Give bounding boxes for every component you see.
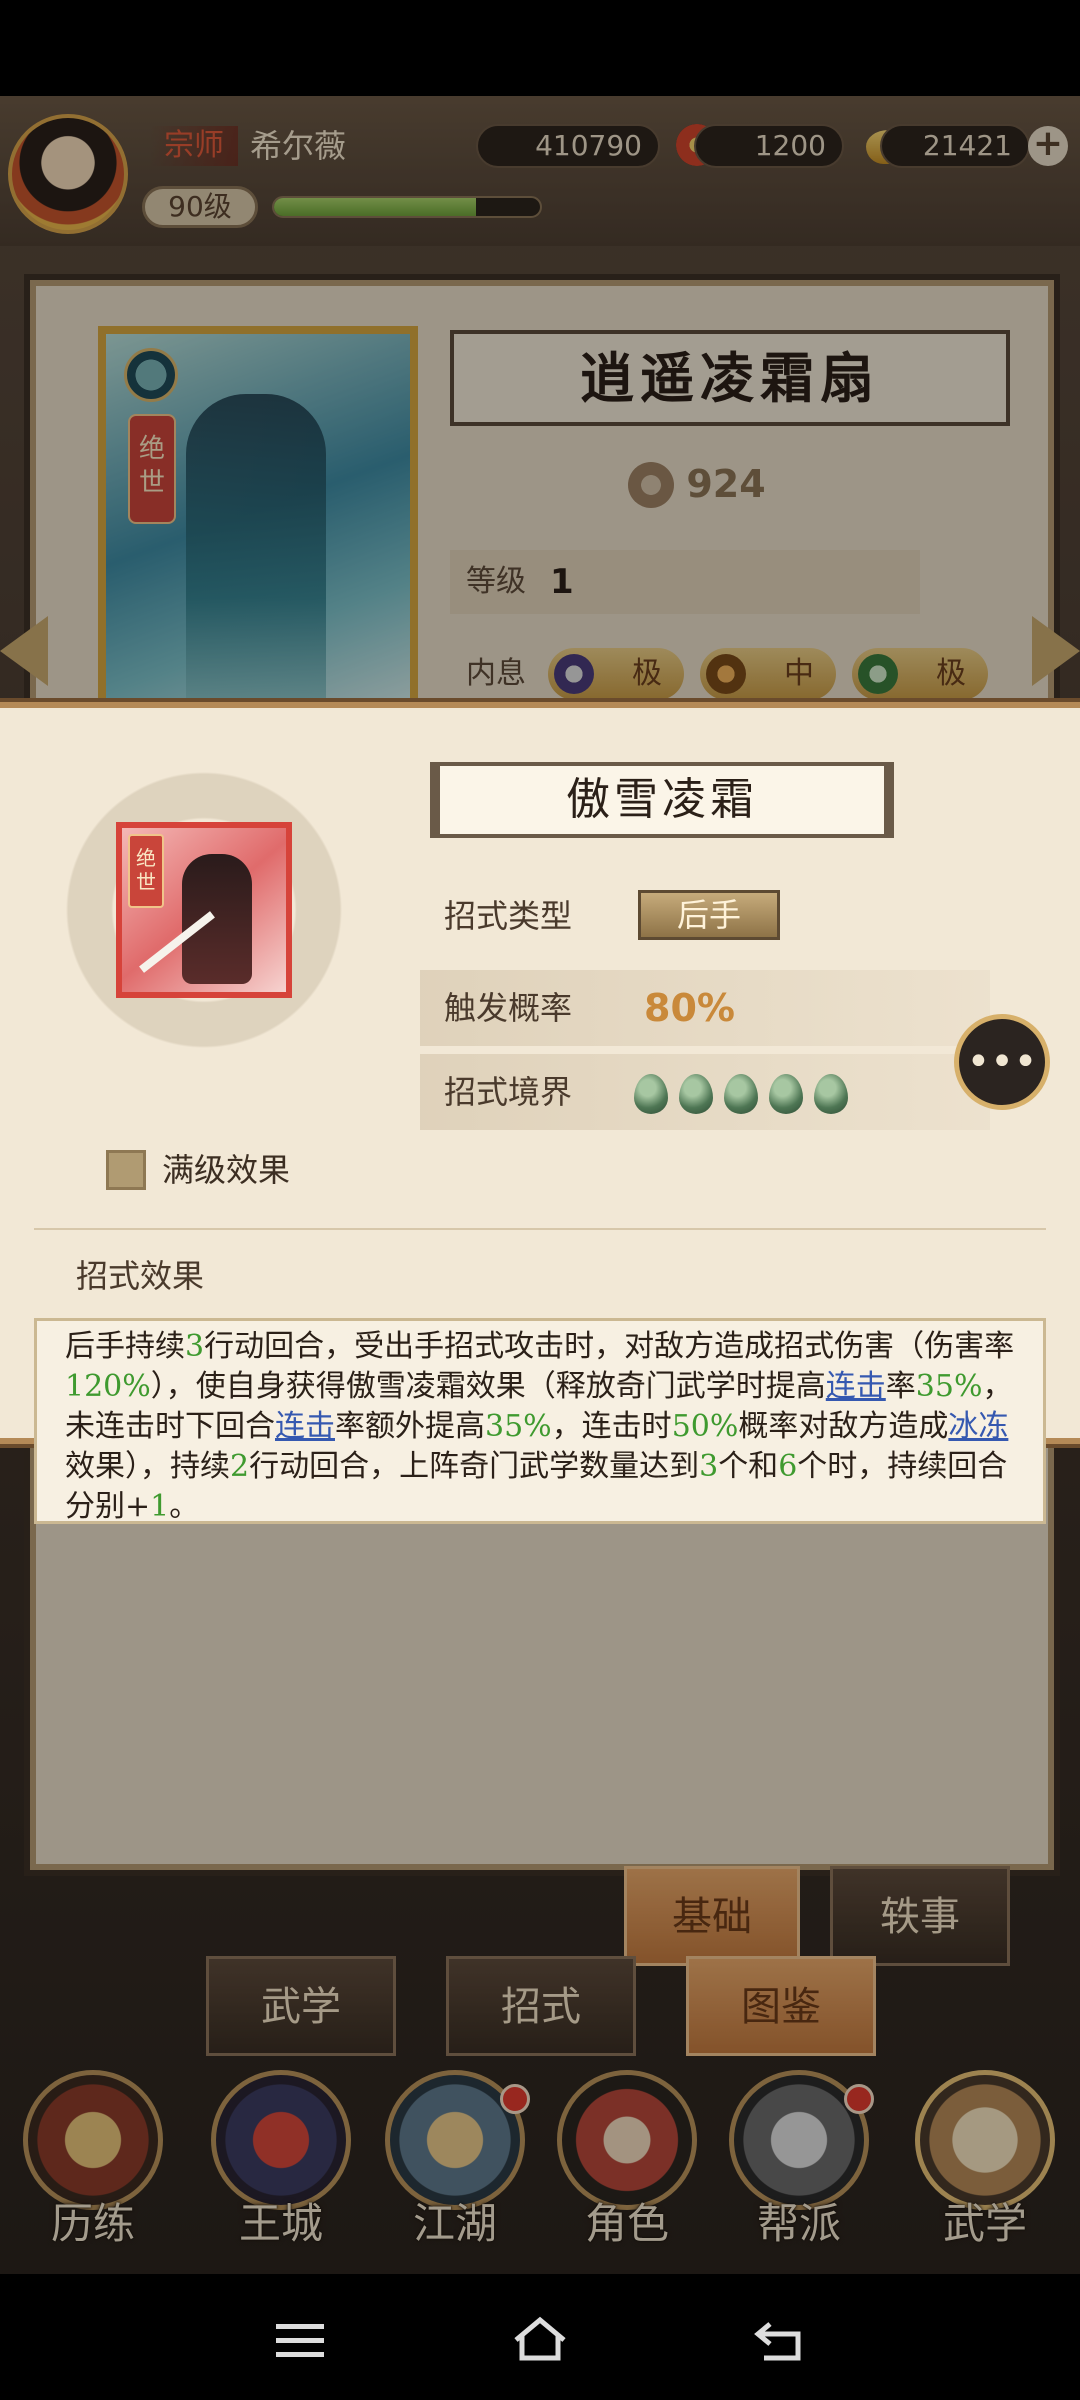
effect-box: 后手持续3行动回合，受出手招式攻击时，对敌方造成招式伤害（伤害率120%），使自… [34,1318,1046,1524]
effect-keyword[interactable]: 连击 [826,1369,886,1404]
trigger-rate-value: 80% [644,986,735,1030]
effect-text-segment: 概率对敌方造成 [738,1409,949,1444]
home-icon[interactable] [510,2314,570,2364]
effect-keyword[interactable]: 冰冻 [948,1409,1008,1444]
effect-text-segment: 。 [169,1489,200,1524]
effect-number: 3 [185,1329,205,1364]
effect-text-segment: 行动回合，受出手招式攻击时，对敌方造成招式伤害（伤害率 [204,1329,1015,1364]
skill-portrait: 绝世 [116,822,292,998]
skill-realm-row: 招式境界 [420,1054,990,1130]
system-nav-bar [0,2274,1080,2400]
effect-text-segment: ），使自身获得傲雪凌霜效果（释放奇门武学时提高 [150,1369,826,1404]
realm-drop-icon [814,1074,848,1114]
skill-type-row: 招式类型 后手 [420,878,990,954]
effect-keyword[interactable]: 连击 [275,1409,335,1444]
app-root: 宗师 希尔薇 90级 410790 1200 21421 + 1572009 绝… [0,0,1080,2400]
popup-divider [34,1228,1046,1230]
skill-type-label: 招式类型 [444,897,573,935]
skill-grade-tag: 绝世 [128,834,164,908]
effect-text-segment: 行动回合，上阵奇门武学数量达到 [249,1449,700,1484]
effect-description: 后手持续3行动回合，受出手招式攻击时，对敌方造成招式伤害（伤害率120%），使自… [65,1327,1019,1527]
effect-text-segment: ，连击时 [551,1409,672,1444]
effect-text-segment: 率额外提高 [335,1409,485,1444]
skill-realm-label: 招式境界 [444,1073,573,1111]
skill-title: 傲雪凌霜 [566,774,758,825]
effect-number: 3 [699,1449,719,1484]
realm-drop-icon [634,1074,668,1114]
status-bar [0,0,1080,96]
effect-text-segment: 效果），持续 [65,1449,230,1484]
effect-number: 120% [65,1369,151,1404]
back-icon[interactable] [750,2316,810,2366]
max-level-label: 满级效果 [162,1151,291,1189]
effect-number: 35% [485,1409,552,1444]
effect-text-segment: 后手持续 [65,1329,185,1364]
skill-detail-popup: 绝世 满级效果 傲雪凌霜 招式类型 后手 触发概率 80% 招式境界 ••• 招… [0,702,1080,1524]
trigger-rate-label: 触发概率 [444,989,573,1027]
effect-header: 招式效果 [76,1257,205,1295]
effect-number: 1 [150,1489,170,1524]
chat-button[interactable]: ••• [954,1014,1050,1110]
menu-icon[interactable] [270,2316,330,2366]
effect-text-segment: 率 [885,1369,916,1404]
game-screen: 宗师 希尔薇 90级 410790 1200 21421 + 1572009 绝… [0,96,1080,2274]
effect-number: 50% [671,1409,739,1444]
realm-drop-icon [679,1074,713,1114]
skill-type-badge: 后手 [638,890,780,940]
max-level-checkbox[interactable] [106,1150,146,1190]
effect-text-segment: 个和 [718,1449,779,1484]
trigger-rate-row: 触发概率 80% [420,970,990,1046]
effect-number: 2 [230,1449,250,1484]
effect-number: 6 [778,1449,798,1484]
skill-portrait-figure [182,854,252,984]
realm-drop-icon [769,1074,803,1114]
chat-bubble-icon: ••• [966,1039,1038,1085]
realm-drop-icon [724,1074,758,1114]
effect-number: 35% [915,1369,983,1404]
skill-title-frame: 傲雪凌霜 [430,762,894,838]
